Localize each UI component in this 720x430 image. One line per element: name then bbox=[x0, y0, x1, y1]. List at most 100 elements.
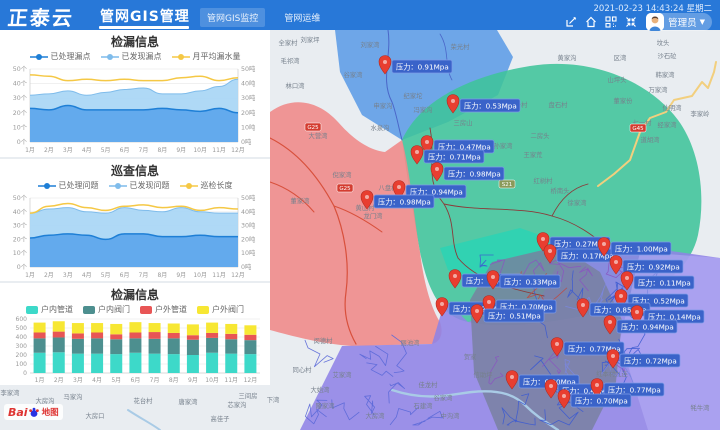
pressure-label: 压力：0.77Mpa bbox=[608, 386, 661, 395]
svg-text:7月: 7月 bbox=[139, 147, 149, 154]
svg-text:12月: 12月 bbox=[231, 272, 245, 279]
road-badge: G25 bbox=[305, 123, 321, 131]
legend-item[interactable]: 户外阀门 bbox=[197, 304, 244, 315]
svg-text:2月: 2月 bbox=[44, 147, 54, 154]
svg-text:50吨: 50吨 bbox=[241, 64, 256, 73]
map-place-label: 下湾 bbox=[267, 395, 280, 404]
map-place-label: 贺家 bbox=[464, 352, 477, 361]
map-place-label: 闵德村 bbox=[314, 336, 334, 345]
map-place-label: 大房湾 bbox=[366, 411, 386, 420]
svg-text:G25: G25 bbox=[307, 125, 319, 131]
map-place-label: 谷家湾 bbox=[344, 70, 364, 79]
svg-text:9月: 9月 bbox=[176, 147, 186, 154]
svg-text:20吨: 20吨 bbox=[241, 234, 256, 243]
svg-text:3月: 3月 bbox=[63, 272, 73, 279]
legend-item[interactable]: 已处理漏点 bbox=[30, 51, 91, 62]
legend-item[interactable]: 已处理问题 bbox=[38, 180, 99, 191]
svg-text:20个: 20个 bbox=[13, 235, 28, 243]
svg-text:100: 100 bbox=[16, 361, 28, 368]
title-underline bbox=[99, 26, 189, 29]
map-place-label: 水泉沟 bbox=[371, 123, 390, 132]
patrol-info-legend: 已处理问题 已发现问题巡检长度 bbox=[4, 179, 266, 192]
map-place-label: 马家沟 bbox=[64, 392, 83, 401]
map-place-label: 冯家沟 bbox=[414, 105, 433, 114]
legend-item[interactable]: 户外管道 bbox=[140, 304, 187, 315]
svg-text:5月: 5月 bbox=[111, 377, 121, 384]
top-header: 正泰云 管网GIS管理 管网GIS监控管网运维 2021-02-23 14:43… bbox=[0, 0, 720, 30]
svg-text:G45: G45 bbox=[632, 126, 644, 132]
user-menu[interactable]: 管理员 ▼ bbox=[646, 13, 712, 31]
tab-ops[interactable]: 管网运维 bbox=[277, 8, 327, 27]
qr-icon[interactable] bbox=[604, 16, 617, 29]
svg-text:2月: 2月 bbox=[44, 272, 54, 279]
leak-bar-title: 检漏信息 bbox=[4, 288, 266, 303]
map-place-label: 佳龙村 bbox=[419, 380, 439, 389]
baidu-suffix: 地图 bbox=[42, 406, 59, 418]
svg-text:S21: S21 bbox=[502, 182, 513, 188]
svg-text:6月: 6月 bbox=[120, 147, 130, 154]
legend-item[interactable]: 户内阀门 bbox=[83, 304, 130, 315]
svg-text:12月: 12月 bbox=[244, 377, 258, 384]
legend-item[interactable]: 月平均漏水量 bbox=[172, 51, 241, 62]
map-place-label: 花台村 bbox=[134, 396, 154, 405]
svg-text:5月: 5月 bbox=[101, 147, 111, 154]
pressure-label: 压力：0.98Mpa bbox=[378, 198, 431, 207]
leak-info-legend: 已处理漏点 已发现漏点月平均漏水量 bbox=[4, 50, 266, 63]
baidu-paw-icon bbox=[28, 406, 40, 418]
map-place-label: 盘石村 bbox=[549, 100, 569, 109]
svg-text:10吨: 10吨 bbox=[241, 248, 256, 257]
map-place-label: 全家村 bbox=[279, 38, 299, 47]
svg-text:50个: 50个 bbox=[13, 65, 28, 73]
road-badge: G25 bbox=[337, 184, 353, 192]
map-place-label: 经家湾 bbox=[658, 120, 678, 129]
map-place-label: 区湾 bbox=[614, 53, 627, 62]
svg-text:G25: G25 bbox=[339, 186, 351, 192]
legend-item[interactable]: 户内管道 bbox=[26, 304, 73, 315]
tab-gis-monitor[interactable]: 管网GIS监控 bbox=[200, 8, 265, 27]
svg-text:8月: 8月 bbox=[169, 377, 179, 384]
legend-item[interactable]: 已发现问题 bbox=[109, 180, 170, 191]
legend-marker bbox=[172, 53, 190, 61]
svg-text:0个: 0个 bbox=[17, 263, 28, 271]
map-place-label: 坟头 bbox=[657, 38, 670, 47]
svg-text:10月: 10月 bbox=[205, 377, 219, 384]
pressure-label: 压力：0.94Mpa bbox=[621, 323, 674, 332]
legend-item[interactable]: 巡检长度 bbox=[180, 180, 233, 191]
home-icon[interactable] bbox=[584, 16, 597, 29]
baidu-brand: Bai bbox=[8, 406, 28, 419]
header-tabs: 管网GIS监控管网运维 bbox=[200, 8, 327, 27]
map-place-label: 高佳子 bbox=[211, 414, 230, 423]
map-place-label: 三间房 bbox=[239, 391, 258, 400]
legend-marker bbox=[30, 53, 48, 61]
svg-text:4月: 4月 bbox=[92, 377, 102, 384]
fullscreen-icon[interactable] bbox=[624, 16, 637, 29]
header-icons: 管理员 ▼ bbox=[564, 13, 712, 31]
map-place-label: 同心村 bbox=[293, 365, 313, 374]
svg-text:3月: 3月 bbox=[73, 377, 83, 384]
svg-text:2月: 2月 bbox=[54, 377, 64, 384]
legend-marker bbox=[109, 182, 127, 190]
pressure-label: 压力：0.70Mpa bbox=[575, 397, 628, 406]
map-place-label: 万家湾 bbox=[649, 85, 669, 94]
road-badge: G45 bbox=[630, 124, 646, 132]
svg-text:5月: 5月 bbox=[101, 272, 111, 279]
map-place-label: 仙明湾 bbox=[663, 103, 683, 112]
svg-text:50个: 50个 bbox=[13, 194, 28, 202]
map-place-label: 大营湾 bbox=[309, 131, 329, 140]
legend-item[interactable]: 已发现漏点 bbox=[101, 51, 162, 62]
edit-icon[interactable] bbox=[564, 16, 577, 29]
svg-text:1月: 1月 bbox=[35, 377, 45, 384]
map-place-label: 大房口 bbox=[86, 411, 105, 420]
svg-text:30个: 30个 bbox=[13, 94, 28, 102]
legend-label: 已发现问题 bbox=[130, 180, 170, 191]
svg-text:6月: 6月 bbox=[120, 272, 130, 279]
svg-text:200: 200 bbox=[16, 352, 28, 359]
leak-info-title: 检漏信息 bbox=[4, 35, 266, 50]
svg-text:7月: 7月 bbox=[139, 272, 149, 279]
legend-label: 已发现漏点 bbox=[122, 51, 162, 62]
map-place-label: 申家沟 bbox=[374, 101, 393, 110]
legend-label: 户内阀门 bbox=[98, 304, 130, 315]
legend-label: 户外管道 bbox=[155, 304, 187, 315]
patrol-info-card: 巡查信息 已处理问题已发现问题巡检长度 0个0吨10个10吨20个20吨30个3… bbox=[0, 159, 270, 281]
svg-text:4月: 4月 bbox=[82, 272, 92, 279]
